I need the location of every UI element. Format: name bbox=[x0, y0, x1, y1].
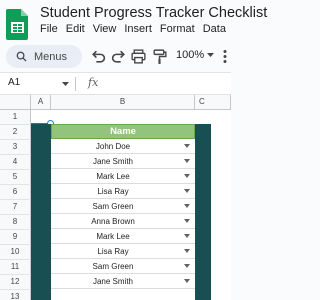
formula-bar: A1 fx bbox=[0, 73, 231, 95]
menu-view[interactable]: View bbox=[93, 23, 117, 35]
toolbar: Menus 100% bbox=[6, 45, 231, 69]
name-dropdown-cell[interactable]: Jane Smith bbox=[51, 274, 195, 289]
name-value: Jane Smith bbox=[92, 277, 134, 286]
name-dropdown-cell[interactable]: Lisa Ray bbox=[51, 184, 195, 199]
name-dropdown-cell[interactable]: Sam Green bbox=[51, 199, 195, 214]
spreadsheet-grid[interactable]: A B C 1 2 3 4 5 6 7 8 9 10 11 12 13 Name… bbox=[0, 95, 231, 300]
name-value: Sam Green bbox=[92, 262, 134, 271]
name-dropdown-cell[interactable]: Anna Brown bbox=[51, 214, 195, 229]
top-bar: Student Progress Tracker Checklist File … bbox=[0, 0, 267, 72]
formula-separator bbox=[75, 77, 76, 91]
redo-icon[interactable] bbox=[110, 48, 127, 65]
menu-edit[interactable]: Edit bbox=[66, 23, 85, 35]
menus-search-label: Menus bbox=[34, 50, 68, 63]
sheets-logo-icon[interactable] bbox=[6, 8, 30, 40]
name-dropdown-cell[interactable]: Jane Smith bbox=[51, 154, 195, 169]
row-header-6[interactable]: 6 bbox=[0, 185, 31, 200]
row-header-12[interactable]: 12 bbox=[0, 275, 31, 290]
search-icon bbox=[16, 51, 27, 62]
row-header-9[interactable]: 9 bbox=[0, 230, 31, 245]
name-column-header: Name bbox=[51, 124, 195, 139]
menu-insert[interactable]: Insert bbox=[124, 23, 152, 35]
name-value: John Doe bbox=[95, 142, 131, 151]
row-header-5[interactable]: 5 bbox=[0, 170, 31, 185]
more-icon[interactable] bbox=[220, 48, 230, 65]
dropdown-caret-icon[interactable] bbox=[184, 249, 190, 253]
name-value: Sam Green bbox=[92, 202, 134, 211]
name-value: Jane Smith bbox=[92, 157, 134, 166]
dropdown-caret-icon[interactable] bbox=[184, 159, 190, 163]
row-header-1[interactable]: 1 bbox=[0, 110, 31, 125]
name-value: Anna Brown bbox=[91, 217, 135, 226]
select-all-corner[interactable] bbox=[0, 95, 31, 110]
row-header-10[interactable]: 10 bbox=[0, 245, 31, 260]
name-dropdown-cell[interactable]: Mark Lee bbox=[51, 229, 195, 244]
dropdown-caret-icon[interactable] bbox=[184, 174, 190, 178]
dropdown-caret-icon[interactable] bbox=[184, 279, 190, 283]
row-header-4[interactable]: 4 bbox=[0, 155, 31, 170]
menu-data[interactable]: Data bbox=[203, 23, 226, 35]
dropdown-caret-icon[interactable] bbox=[184, 189, 190, 193]
empty-cell[interactable] bbox=[51, 289, 195, 300]
name-value: Mark Lee bbox=[96, 232, 130, 241]
print-icon[interactable] bbox=[130, 48, 147, 65]
menu-bar: File Edit View Insert Format Data bbox=[40, 23, 234, 35]
name-dropdown-cell[interactable]: John Doe bbox=[51, 139, 195, 154]
name-dropdown-cell[interactable]: Lisa Ray bbox=[51, 244, 195, 259]
zoom-caret-icon bbox=[207, 52, 215, 57]
dropdown-caret-icon[interactable] bbox=[184, 144, 190, 148]
dropdown-caret-icon[interactable] bbox=[184, 204, 190, 208]
name-dropdown-cell[interactable]: Sam Green bbox=[51, 259, 195, 274]
name-box[interactable]: A1 bbox=[8, 77, 20, 88]
row-header-7[interactable]: 7 bbox=[0, 200, 31, 215]
row-header-8[interactable]: 8 bbox=[0, 215, 31, 230]
fx-icon: fx bbox=[88, 76, 99, 89]
name-value: Lisa Ray bbox=[97, 247, 129, 256]
column-header-c[interactable]: C bbox=[195, 95, 231, 110]
zoom-value: 100% bbox=[176, 49, 205, 61]
menus-search-button[interactable]: Menus bbox=[6, 45, 82, 68]
name-value: Lisa Ray bbox=[97, 187, 129, 196]
dropdown-caret-icon[interactable] bbox=[184, 219, 190, 223]
row-header-11[interactable]: 11 bbox=[0, 260, 31, 275]
paint-format-icon[interactable] bbox=[151, 48, 168, 65]
menu-format[interactable]: Format bbox=[160, 23, 195, 35]
zoom-select[interactable]: 100% bbox=[176, 49, 215, 61]
column-header-b[interactable]: B bbox=[51, 95, 195, 110]
name-value: Mark Lee bbox=[96, 172, 130, 181]
dropdown-caret-icon[interactable] bbox=[184, 264, 190, 268]
undo-icon[interactable] bbox=[90, 48, 107, 65]
row-header-3[interactable]: 3 bbox=[0, 140, 31, 155]
name-box-caret-icon[interactable] bbox=[62, 82, 69, 87]
name-dropdown-cell[interactable]: Mark Lee bbox=[51, 169, 195, 184]
column-header-a[interactable]: A bbox=[31, 95, 51, 110]
row-header-13[interactable]: 13 bbox=[0, 290, 31, 300]
row-header-2[interactable]: 2 bbox=[0, 125, 31, 140]
menu-file[interactable]: File bbox=[40, 23, 58, 35]
document-title[interactable]: Student Progress Tracker Checklist bbox=[40, 5, 267, 21]
dropdown-caret-icon[interactable] bbox=[184, 234, 190, 238]
